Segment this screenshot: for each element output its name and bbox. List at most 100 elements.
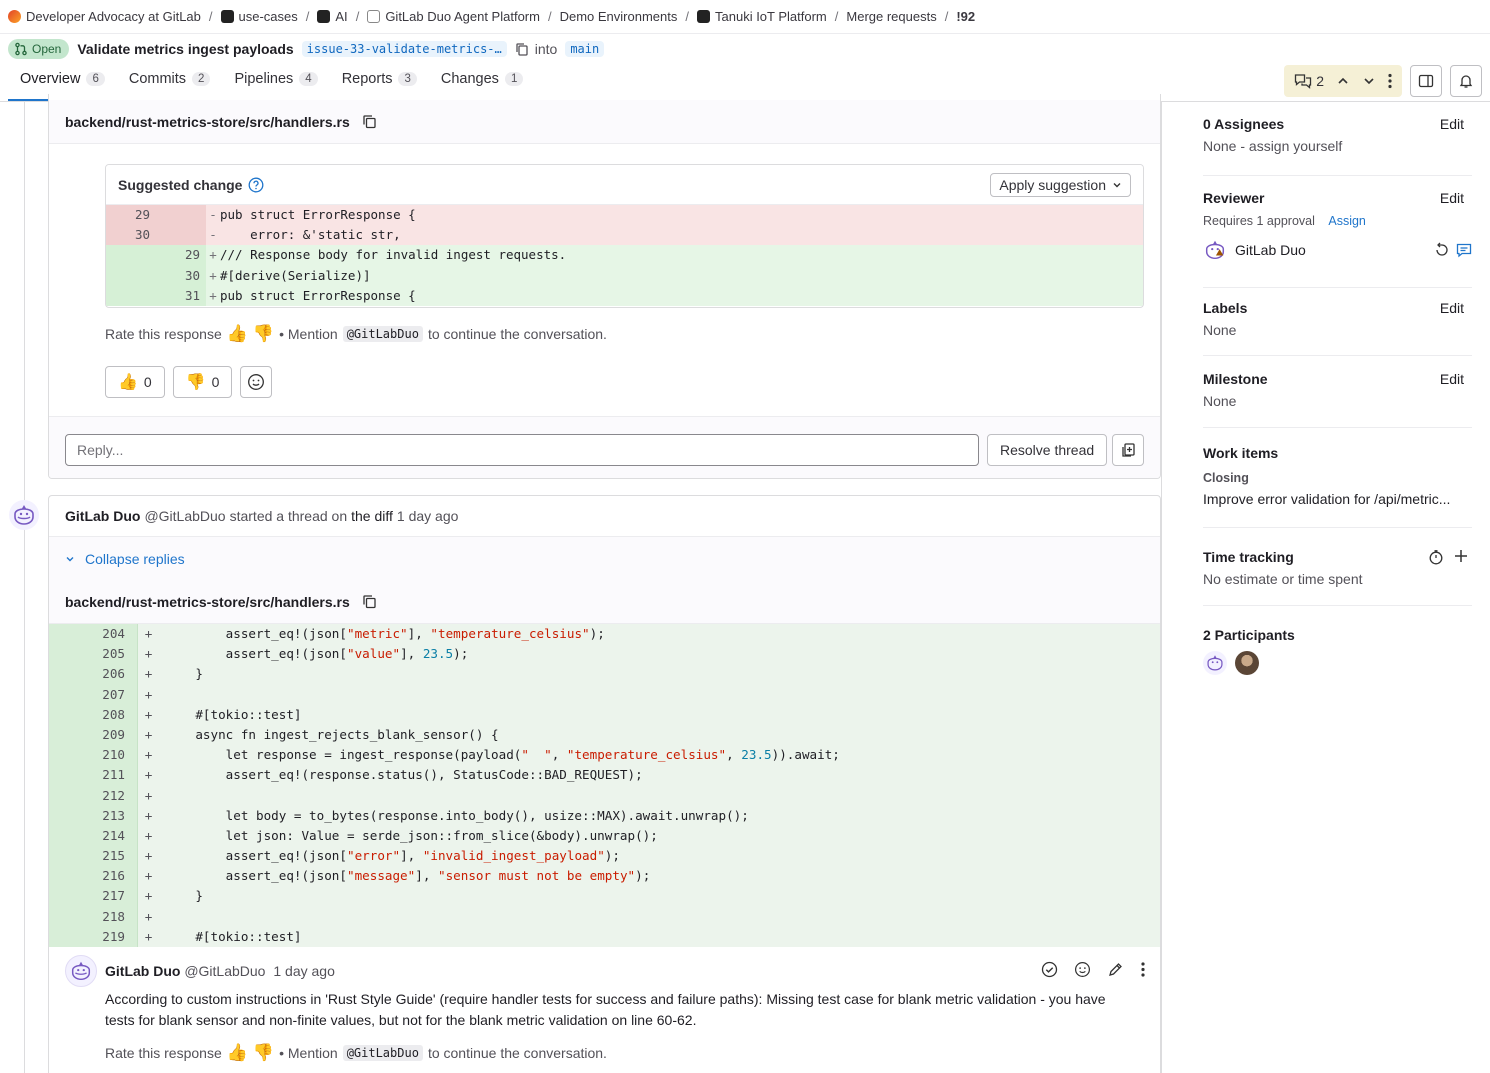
discussion-count-button[interactable]: 2 (1294, 73, 1324, 89)
closing-work-item-link[interactable]: Improve error validation for /api/metric… (1203, 491, 1472, 507)
copy-icon[interactable] (515, 42, 529, 56)
breadcrumb-item-group[interactable]: Developer Advocacy at GitLab (8, 9, 201, 24)
thumbs-down-icon[interactable]: 👎 (253, 1043, 274, 1063)
tab-count: 3 (398, 72, 417, 86)
timeline-line (24, 102, 25, 1073)
line-number[interactable]: 219 (49, 926, 137, 947)
copy-icon[interactable] (362, 594, 377, 609)
collapse-replies-button[interactable]: Collapse replies (49, 536, 1160, 580)
milestone-section: Milestone Edit None (1203, 371, 1472, 428)
diff-code-text: #[tokio::test] (165, 706, 302, 722)
avatar[interactable] (1235, 651, 1259, 675)
diff-line: 207 + (49, 684, 1160, 705)
line-number[interactable]: 216 (49, 866, 137, 887)
breadcrumb-item-duo-platform[interactable]: GitLab Duo Agent Platform (367, 9, 540, 24)
avatar[interactable] (65, 955, 97, 987)
line-number[interactable]: 215 (49, 846, 137, 867)
collapse-label: Collapse replies (85, 550, 185, 567)
diff-code-text: /// Response body for invalid ingest req… (220, 247, 567, 263)
breadcrumb-item-use-cases[interactable]: use-cases (220, 9, 298, 24)
file-path[interactable]: backend/rust-metrics-store/src/handlers.… (65, 114, 350, 130)
assign-yourself-link[interactable]: None - assign yourself (1203, 138, 1472, 154)
avatar[interactable] (1203, 651, 1227, 675)
author-name[interactable]: GitLab Duo (65, 508, 140, 524)
line-number[interactable]: 213 (49, 805, 137, 826)
diff-sign: + (137, 664, 159, 685)
plus-icon[interactable] (1454, 549, 1468, 563)
notifications-button[interactable] (1450, 65, 1482, 97)
diff-code-text: let body = to_bytes(response.into_body()… (165, 807, 749, 823)
thumbs-down-icon[interactable]: 👎 (253, 324, 274, 344)
line-number[interactable]: 217 (49, 886, 137, 907)
gitlab-duo-icon (1207, 655, 1223, 671)
comment-icon[interactable] (1456, 242, 1472, 258)
reply-input[interactable]: Reply... (65, 434, 979, 466)
diff-sign: + (137, 624, 159, 645)
line-number[interactable]: 207 (49, 684, 137, 705)
into-label: into (515, 41, 557, 57)
diff-line: 211 + assert_eq!(response.status(), Statu… (49, 765, 1160, 786)
breadcrumb-label: Tanuki IoT Platform (715, 9, 827, 24)
chevron-up-icon[interactable] (1336, 74, 1350, 88)
line-number[interactable]: 212 (49, 785, 137, 806)
top-actions: 2 (1284, 64, 1482, 98)
author-handle[interactable]: @GitLabDuo (144, 508, 225, 524)
diff-line: 209 + async fn ingest_rejects_blank_senso… (49, 724, 1160, 746)
line-number[interactable]: 214 (49, 825, 137, 847)
target-branch[interactable]: main (565, 41, 605, 57)
avatar[interactable] (9, 500, 39, 530)
stopwatch-icon[interactable] (1428, 549, 1444, 565)
discussion-count: 2 (1316, 73, 1324, 89)
author-handle[interactable]: @GitLabDuo (184, 963, 265, 979)
line-number[interactable]: 211 (49, 765, 137, 786)
diff-link[interactable]: the diff (351, 508, 393, 524)
breadcrumb-item-mr[interactable]: !92 (956, 9, 975, 24)
line-number[interactable]: 210 (49, 745, 137, 766)
file-path[interactable]: backend/rust-metrics-store/src/handlers.… (65, 594, 350, 610)
line-number[interactable]: 204 (49, 624, 137, 645)
reviewer-name[interactable]: GitLab Duo (1235, 242, 1306, 258)
rerequest-review-icon[interactable] (1434, 242, 1450, 258)
breadcrumb-item-tanuki[interactable]: Tanuki IoT Platform (697, 9, 827, 24)
chevron-down-icon[interactable] (1362, 74, 1376, 88)
gitlab-duo-icon[interactable] (1203, 238, 1227, 262)
line-number[interactable]: 205 (49, 644, 137, 665)
line-number[interactable]: 218 (49, 906, 137, 927)
resolve-check-icon[interactable] (1041, 961, 1058, 978)
open-sidebar-button[interactable] (1410, 65, 1442, 97)
breadcrumb-item-ai[interactable]: AI (317, 9, 348, 24)
smiley-icon[interactable] (1074, 961, 1091, 978)
question-icon[interactable] (248, 177, 264, 193)
edit-reviewer-button[interactable]: Edit (1440, 190, 1464, 206)
thumbs-up-icon[interactable]: 👍 (227, 324, 248, 344)
diff-code-text (159, 685, 165, 705)
diff-line: 29 +/// Response body for invalid ingest … (106, 245, 1143, 266)
thumbs-down-reaction-button[interactable]: 👎 0 (172, 366, 233, 398)
author-name[interactable]: GitLab Duo (105, 963, 180, 979)
breadcrumb-item-merge-requests[interactable]: Merge requests (846, 9, 936, 24)
resolve-to-issue-button[interactable] (1112, 434, 1144, 466)
tanuki-icon (697, 10, 710, 23)
pencil-icon[interactable] (1107, 961, 1124, 978)
more-actions-icon[interactable] (1140, 961, 1146, 978)
more-actions-icon[interactable] (1388, 73, 1392, 89)
add-reaction-button[interactable] (240, 366, 273, 398)
suggested-change-label: Suggested change (118, 176, 243, 193)
line-number[interactable]: 209 (49, 724, 137, 746)
thumbs-up-icon[interactable]: 👍 (227, 1043, 248, 1063)
source-branch[interactable]: issue-33-validate-metrics-… (301, 41, 507, 57)
apply-suggestion-button[interactable]: Apply suggestion (990, 172, 1131, 197)
rate-label: Rate this response (105, 326, 222, 342)
line-number[interactable]: 206 (49, 664, 137, 685)
copy-icon[interactable] (362, 114, 377, 129)
thumbs-up-reaction-button[interactable]: 👍 0 (105, 366, 165, 398)
edit-milestone-button[interactable]: Edit (1440, 371, 1464, 387)
note-body: According to custom instructions in 'Rus… (105, 991, 1106, 1028)
closing-label: Closing (1203, 471, 1249, 485)
line-number[interactable]: 208 (49, 704, 137, 725)
edit-assignees-button[interactable]: Edit (1440, 116, 1464, 132)
assign-reviewer-link[interactable]: Assign (1328, 214, 1366, 228)
edit-labels-button[interactable]: Edit (1440, 300, 1464, 316)
resolve-thread-button[interactable]: Resolve thread (987, 434, 1108, 466)
breadcrumb-item-demo-environments[interactable]: Demo Environments (560, 9, 678, 24)
